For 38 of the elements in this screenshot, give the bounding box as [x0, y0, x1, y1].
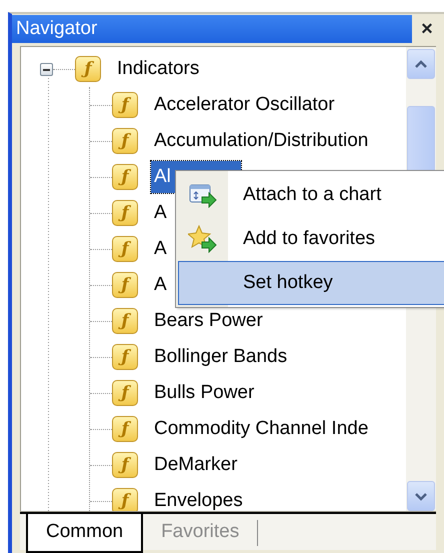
- tab[interactable]: Common: [26, 514, 144, 552]
- close-button[interactable]: ×: [412, 14, 442, 44]
- tree-item[interactable]: Bollinger Bands: [151, 340, 290, 374]
- menu-item[interactable]: Attach to a chart: [178, 173, 444, 217]
- function-icon: ƒ: [112, 380, 138, 406]
- function-icon: ƒ: [112, 488, 138, 511]
- collapse-button[interactable]: [40, 62, 53, 76]
- tree-item[interactable]: Accumulation/Distribution: [151, 124, 372, 158]
- tree-item[interactable]: Bears Power: [151, 304, 266, 338]
- chevron-down-icon: [414, 492, 428, 500]
- scroll-up-button[interactable]: [407, 49, 435, 79]
- tree-item[interactable]: A: [151, 268, 170, 302]
- function-icon: ƒ: [112, 452, 138, 478]
- scroll-down-button[interactable]: [407, 481, 435, 511]
- tree-item[interactable]: Bulls Power: [151, 376, 258, 410]
- chevron-up-icon: [414, 60, 428, 68]
- menu-item[interactable]: Add to favorites: [178, 217, 444, 261]
- tree-item[interactable]: A: [151, 232, 170, 266]
- tree-item[interactable]: Envelopes: [151, 484, 246, 511]
- function-icon: ƒ: [112, 416, 138, 442]
- tree-item[interactable]: Commodity Channel Inde: [151, 412, 372, 446]
- chart-arrow-icon: [188, 182, 218, 208]
- function-icon: ƒ: [112, 308, 138, 334]
- function-icon: ƒ: [112, 92, 138, 118]
- window-title: Navigator: [12, 15, 412, 43]
- tree-item[interactable]: Accelerator Oscillator: [151, 88, 338, 122]
- function-icon: ƒ: [112, 128, 138, 154]
- tree-item[interactable]: Indicators: [114, 52, 202, 86]
- star-arrow-icon: [188, 225, 218, 253]
- function-icon: ƒ: [112, 344, 138, 370]
- tree-item[interactable]: A: [151, 196, 170, 230]
- function-icon: ƒ: [112, 236, 138, 262]
- tree-item[interactable]: DeMarker: [151, 448, 240, 482]
- function-icon: ƒ: [112, 164, 138, 190]
- function-icon: ƒ: [112, 272, 138, 298]
- menu-item[interactable]: Set hotkey: [178, 261, 444, 305]
- function-icon: ƒ: [112, 200, 138, 226]
- function-icon: ƒ: [75, 56, 101, 82]
